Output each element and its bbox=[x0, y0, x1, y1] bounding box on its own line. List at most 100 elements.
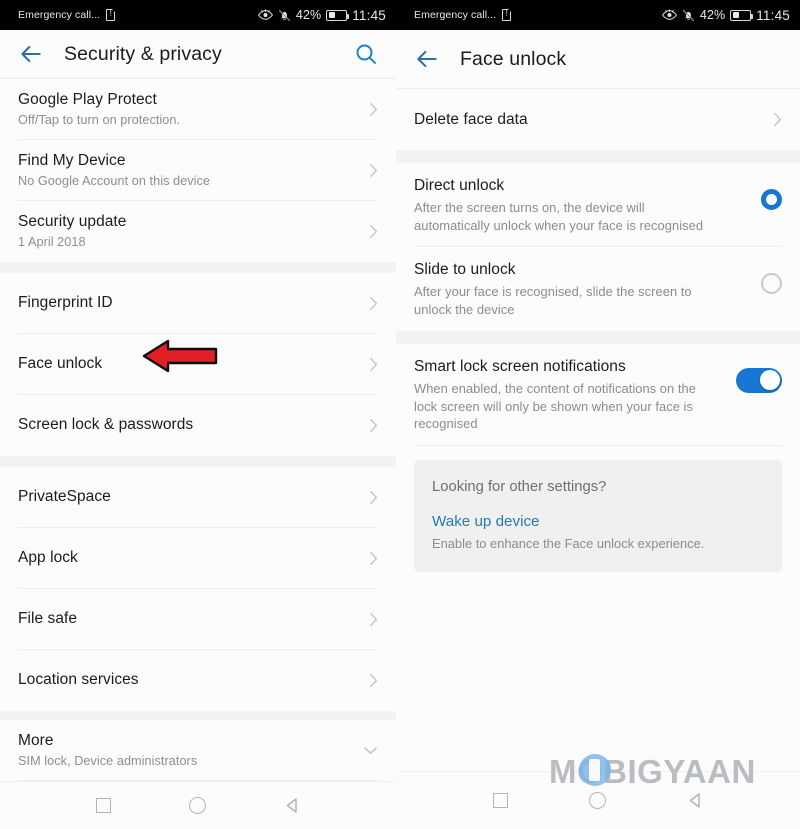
right-filler bbox=[396, 571, 800, 771]
chevron-right-icon bbox=[774, 112, 782, 127]
right-phone-body: Face unlock Delete face data Direct unlo… bbox=[396, 30, 800, 829]
status-bar-left: Emergency call... 42% 11:45 bbox=[0, 0, 396, 30]
radio-direct-unlock[interactable] bbox=[761, 188, 782, 210]
status-bar-right: Emergency call... 42% 11:45 bbox=[396, 0, 800, 30]
page-title: Security & privacy bbox=[64, 42, 222, 65]
list-item-location-services[interactable]: Location services bbox=[0, 650, 396, 711]
list-item-delete-face-data[interactable]: Delete face data bbox=[396, 89, 800, 150]
chevron-right-icon bbox=[370, 296, 378, 310]
battery-percent-label: 42% bbox=[295, 8, 322, 22]
section-google-services: Google Play Protect Off/Tap to turn on p… bbox=[0, 78, 396, 262]
row-texts: Security update 1 April 2018 bbox=[18, 201, 357, 262]
row-title: Find My Device bbox=[18, 151, 126, 169]
row-texts: Fingerprint ID bbox=[18, 282, 357, 324]
section-smart-lock: Smart lock screen notifications When ena… bbox=[396, 344, 800, 446]
row-texts: App lock bbox=[18, 537, 357, 579]
row-title: More bbox=[18, 731, 54, 749]
row-title: Delete face data bbox=[414, 110, 528, 128]
row-control bbox=[761, 176, 782, 222]
chevron-right-icon bbox=[370, 673, 378, 687]
row-title: Smart lock screen notifications bbox=[414, 358, 626, 375]
info-card-subtitle: Enable to enhance the Face unlock experi… bbox=[432, 535, 705, 551]
carrier-label: Emergency call... bbox=[18, 9, 101, 21]
list-item-security-update[interactable]: Security update 1 April 2018 bbox=[0, 201, 396, 262]
list-item-privatespace[interactable]: PrivateSpace bbox=[0, 467, 396, 528]
row-texts: Direct unlock After the screen turns on,… bbox=[414, 176, 751, 234]
section-delete-face-data: Delete face data bbox=[396, 89, 800, 150]
page-title: Face unlock bbox=[460, 47, 567, 70]
list-item-find-my-device[interactable]: Find My Device No Google Account on this… bbox=[0, 140, 396, 201]
square-recents-icon[interactable] bbox=[486, 786, 516, 816]
back-arrow-icon[interactable] bbox=[414, 46, 440, 72]
info-card-wrapper: Looking for other settings? Wake up devi… bbox=[396, 445, 800, 572]
circle-home-icon[interactable] bbox=[183, 790, 213, 820]
list-item-slide-to-unlock[interactable]: Slide to unlock After your face is recog… bbox=[396, 247, 800, 331]
carrier-label: Emergency call... bbox=[414, 9, 497, 21]
chevron-right-icon bbox=[370, 490, 378, 504]
appbar-security-privacy: Security & privacy bbox=[0, 30, 396, 79]
battery-percent-label: 42% bbox=[699, 8, 726, 22]
sim-alert-icon bbox=[502, 8, 512, 21]
row-texts: Slide to unlock After your face is recog… bbox=[414, 260, 751, 318]
bell-muted-icon bbox=[278, 9, 290, 21]
row-texts: Screen lock & passwords bbox=[18, 404, 357, 446]
section-gap bbox=[0, 261, 396, 273]
row-texts: Face unlock bbox=[18, 343, 357, 385]
row-title: File safe bbox=[18, 610, 78, 628]
eye-comfort-icon bbox=[661, 9, 677, 20]
list-item-fingerprint-id[interactable]: Fingerprint ID bbox=[0, 273, 396, 334]
row-subtitle: SIM lock, Device administrators bbox=[18, 753, 198, 768]
row-title: Screen lock & passwords bbox=[18, 416, 194, 434]
row-texts: Find My Device No Google Account on this… bbox=[18, 140, 357, 201]
section-biometrics: Fingerprint ID Face unlock Screen lock &… bbox=[0, 272, 396, 456]
triangle-back-icon[interactable] bbox=[278, 790, 308, 820]
row-title: Google Play Protect bbox=[18, 90, 157, 108]
list-item-screen-lock-passwords[interactable]: Screen lock & passwords bbox=[0, 395, 396, 456]
navigation-bar-left bbox=[0, 780, 396, 829]
row-texts: Google Play Protect Off/Tap to turn on p… bbox=[18, 79, 357, 140]
chevron-down-icon bbox=[364, 746, 377, 754]
list-item-face-unlock[interactable]: Face unlock bbox=[0, 334, 396, 395]
section-gap bbox=[396, 331, 800, 344]
radio-slide-to-unlock[interactable] bbox=[761, 272, 782, 294]
back-arrow-icon[interactable] bbox=[18, 41, 44, 67]
section-gap bbox=[0, 710, 396, 720]
section-more: More SIM lock, Device administrators bbox=[0, 719, 396, 781]
search-icon[interactable] bbox=[354, 42, 378, 66]
navigation-bar-right bbox=[396, 771, 800, 829]
eye-comfort-icon bbox=[257, 9, 273, 20]
row-subtitle: No Google Account on this device bbox=[18, 173, 211, 188]
clock-label: 11:45 bbox=[756, 7, 790, 23]
row-control bbox=[761, 260, 782, 306]
row-texts: Smart lock screen notifications When ena… bbox=[414, 357, 726, 433]
row-texts: PrivateSpace bbox=[18, 476, 357, 518]
battery-icon bbox=[326, 9, 350, 21]
dual-screenshot: Emergency call... 42% 11:45 bbox=[0, 0, 800, 829]
list-item-app-lock[interactable]: App lock bbox=[0, 528, 396, 589]
square-recents-icon[interactable] bbox=[88, 790, 118, 820]
list-item-smart-lock-notifications[interactable]: Smart lock screen notifications When ena… bbox=[396, 344, 800, 446]
row-title: PrivateSpace bbox=[18, 488, 111, 506]
bell-muted-icon bbox=[682, 9, 694, 21]
chevron-right-icon bbox=[370, 163, 378, 177]
chevron-right-icon bbox=[370, 357, 378, 371]
list-item-google-play-protect[interactable]: Google Play Protect Off/Tap to turn on p… bbox=[0, 79, 396, 140]
list-item-direct-unlock[interactable]: Direct unlock After the screen turns on,… bbox=[396, 163, 800, 247]
chevron-right-icon bbox=[370, 102, 378, 116]
list-item-file-safe[interactable]: File safe bbox=[0, 589, 396, 650]
section-unlock-modes: Direct unlock After the screen turns on,… bbox=[396, 163, 800, 331]
row-title: Slide to unlock bbox=[414, 261, 516, 278]
status-bar-left-group: Emergency call... bbox=[18, 8, 116, 21]
link-wake-up-device[interactable]: Wake up device bbox=[432, 512, 764, 532]
right-phone-screen: Emergency call... 42% 11:45 bbox=[396, 0, 800, 829]
toggle-smart-lock-notifications[interactable] bbox=[736, 367, 782, 393]
row-title: App lock bbox=[18, 549, 78, 567]
section-gap bbox=[396, 150, 800, 163]
section-privacy-tools: PrivateSpace App lock File safe Location… bbox=[0, 466, 396, 711]
row-texts: File safe bbox=[18, 598, 357, 640]
row-title: Face unlock bbox=[18, 355, 103, 373]
circle-home-icon[interactable] bbox=[583, 786, 613, 816]
list-item-more[interactable]: More SIM lock, Device administrators bbox=[0, 720, 396, 781]
triangle-back-icon[interactable] bbox=[680, 786, 710, 816]
status-bar-right-group: 42% 11:45 bbox=[257, 8, 386, 23]
